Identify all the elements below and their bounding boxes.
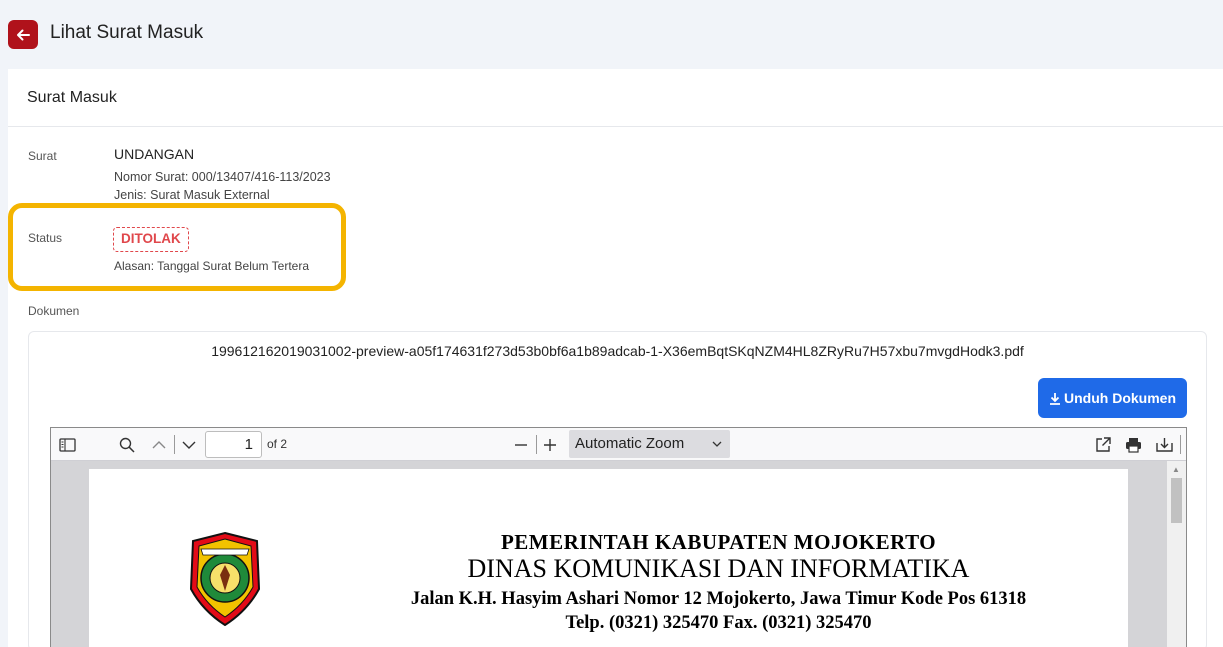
arrow-left-icon [17, 29, 30, 40]
top-bar: Lihat Surat Masuk [0, 0, 1223, 68]
chevron-up-icon [152, 441, 166, 449]
pdf-scrollbar[interactable]: ▲ [1167, 461, 1186, 647]
zoom-in-button[interactable] [540, 435, 560, 455]
find-button[interactable] [117, 435, 137, 455]
toolbar-separator [1180, 435, 1181, 454]
jenis-surat: Jenis: Surat Masuk External [114, 188, 270, 199]
dokumen-label: Dokumen [28, 304, 80, 318]
pdf-toolbar: 1 of 2 Automatic Zoom [51, 428, 1186, 461]
document-panel: 199612162019031002-preview-a05f174631f27… [28, 331, 1207, 647]
previous-page-button[interactable] [149, 435, 169, 455]
surat-card: Surat Masuk Surat UNDANGAN Nomor Surat: … [8, 69, 1223, 647]
back-button[interactable] [8, 20, 38, 49]
minus-icon [515, 444, 527, 446]
page-title: Lihat Surat Masuk [50, 22, 204, 43]
download-label: Unduh Dokumen [1064, 390, 1176, 406]
chevron-down-icon [712, 430, 722, 467]
save-icon [1155, 438, 1173, 452]
pdf-viewer: 1 of 2 Automatic Zoom PEMERINTAH KABUPAT… [50, 427, 1187, 647]
next-page-button[interactable] [179, 435, 199, 455]
search-icon [119, 437, 135, 453]
save-button[interactable] [1154, 435, 1174, 455]
document-filename: 199612162019031002-preview-a05f174631f27… [211, 343, 1024, 359]
surat-label: Surat [28, 149, 57, 163]
page-number-input[interactable]: 1 [205, 431, 262, 458]
plus-icon [544, 439, 556, 451]
download-icon [1050, 392, 1060, 405]
print-icon [1125, 438, 1141, 453]
open-file-button[interactable] [1093, 435, 1113, 455]
card-title: Surat Masuk [8, 69, 1223, 127]
surat-type: UNDANGAN [114, 146, 195, 162]
letterhead-line-1: PEMERINTAH KABUPATEN MOJOKERTO [500, 530, 937, 554]
pdf-page: PEMERINTAH KABUPATEN MOJOKERTO DINAS KOM… [89, 469, 1128, 647]
status-highlight-box [8, 203, 346, 291]
open-external-icon [1096, 437, 1111, 452]
letterhead-address: Jalan K.H. Hasyim Ashari Nomor 12 Mojoke… [410, 589, 1027, 609]
letterhead-phone: Telp. (0321) 325470 Fax. (0321) 325470 [565, 613, 872, 633]
scroll-up-arrow-icon[interactable]: ▲ [1172, 465, 1180, 474]
jenis-surat-clip: Jenis: Surat Masuk External [114, 188, 270, 199]
zoom-value: Automatic Zoom [575, 435, 685, 452]
nomor-surat: Nomor Surat: 000/13407/416-113/2023 [114, 170, 331, 184]
scroll-thumb[interactable] [1171, 478, 1182, 523]
sidebar-toggle-button[interactable] [57, 435, 77, 455]
page-count: of 2 [267, 437, 288, 451]
download-document-button[interactable]: Unduh Dokumen [1038, 378, 1187, 418]
toolbar-separator [174, 435, 175, 454]
zoom-out-button[interactable] [511, 435, 531, 455]
chevron-down-icon [182, 441, 196, 449]
sidebar-toggle-icon [58, 438, 76, 452]
letterhead-line-2: DINAS KOMUNIKASI DAN INFORMATIKA [467, 554, 970, 583]
zoom-select[interactable]: Automatic Zoom [569, 430, 730, 458]
toolbar-separator [536, 435, 537, 454]
print-button[interactable] [1123, 435, 1143, 455]
